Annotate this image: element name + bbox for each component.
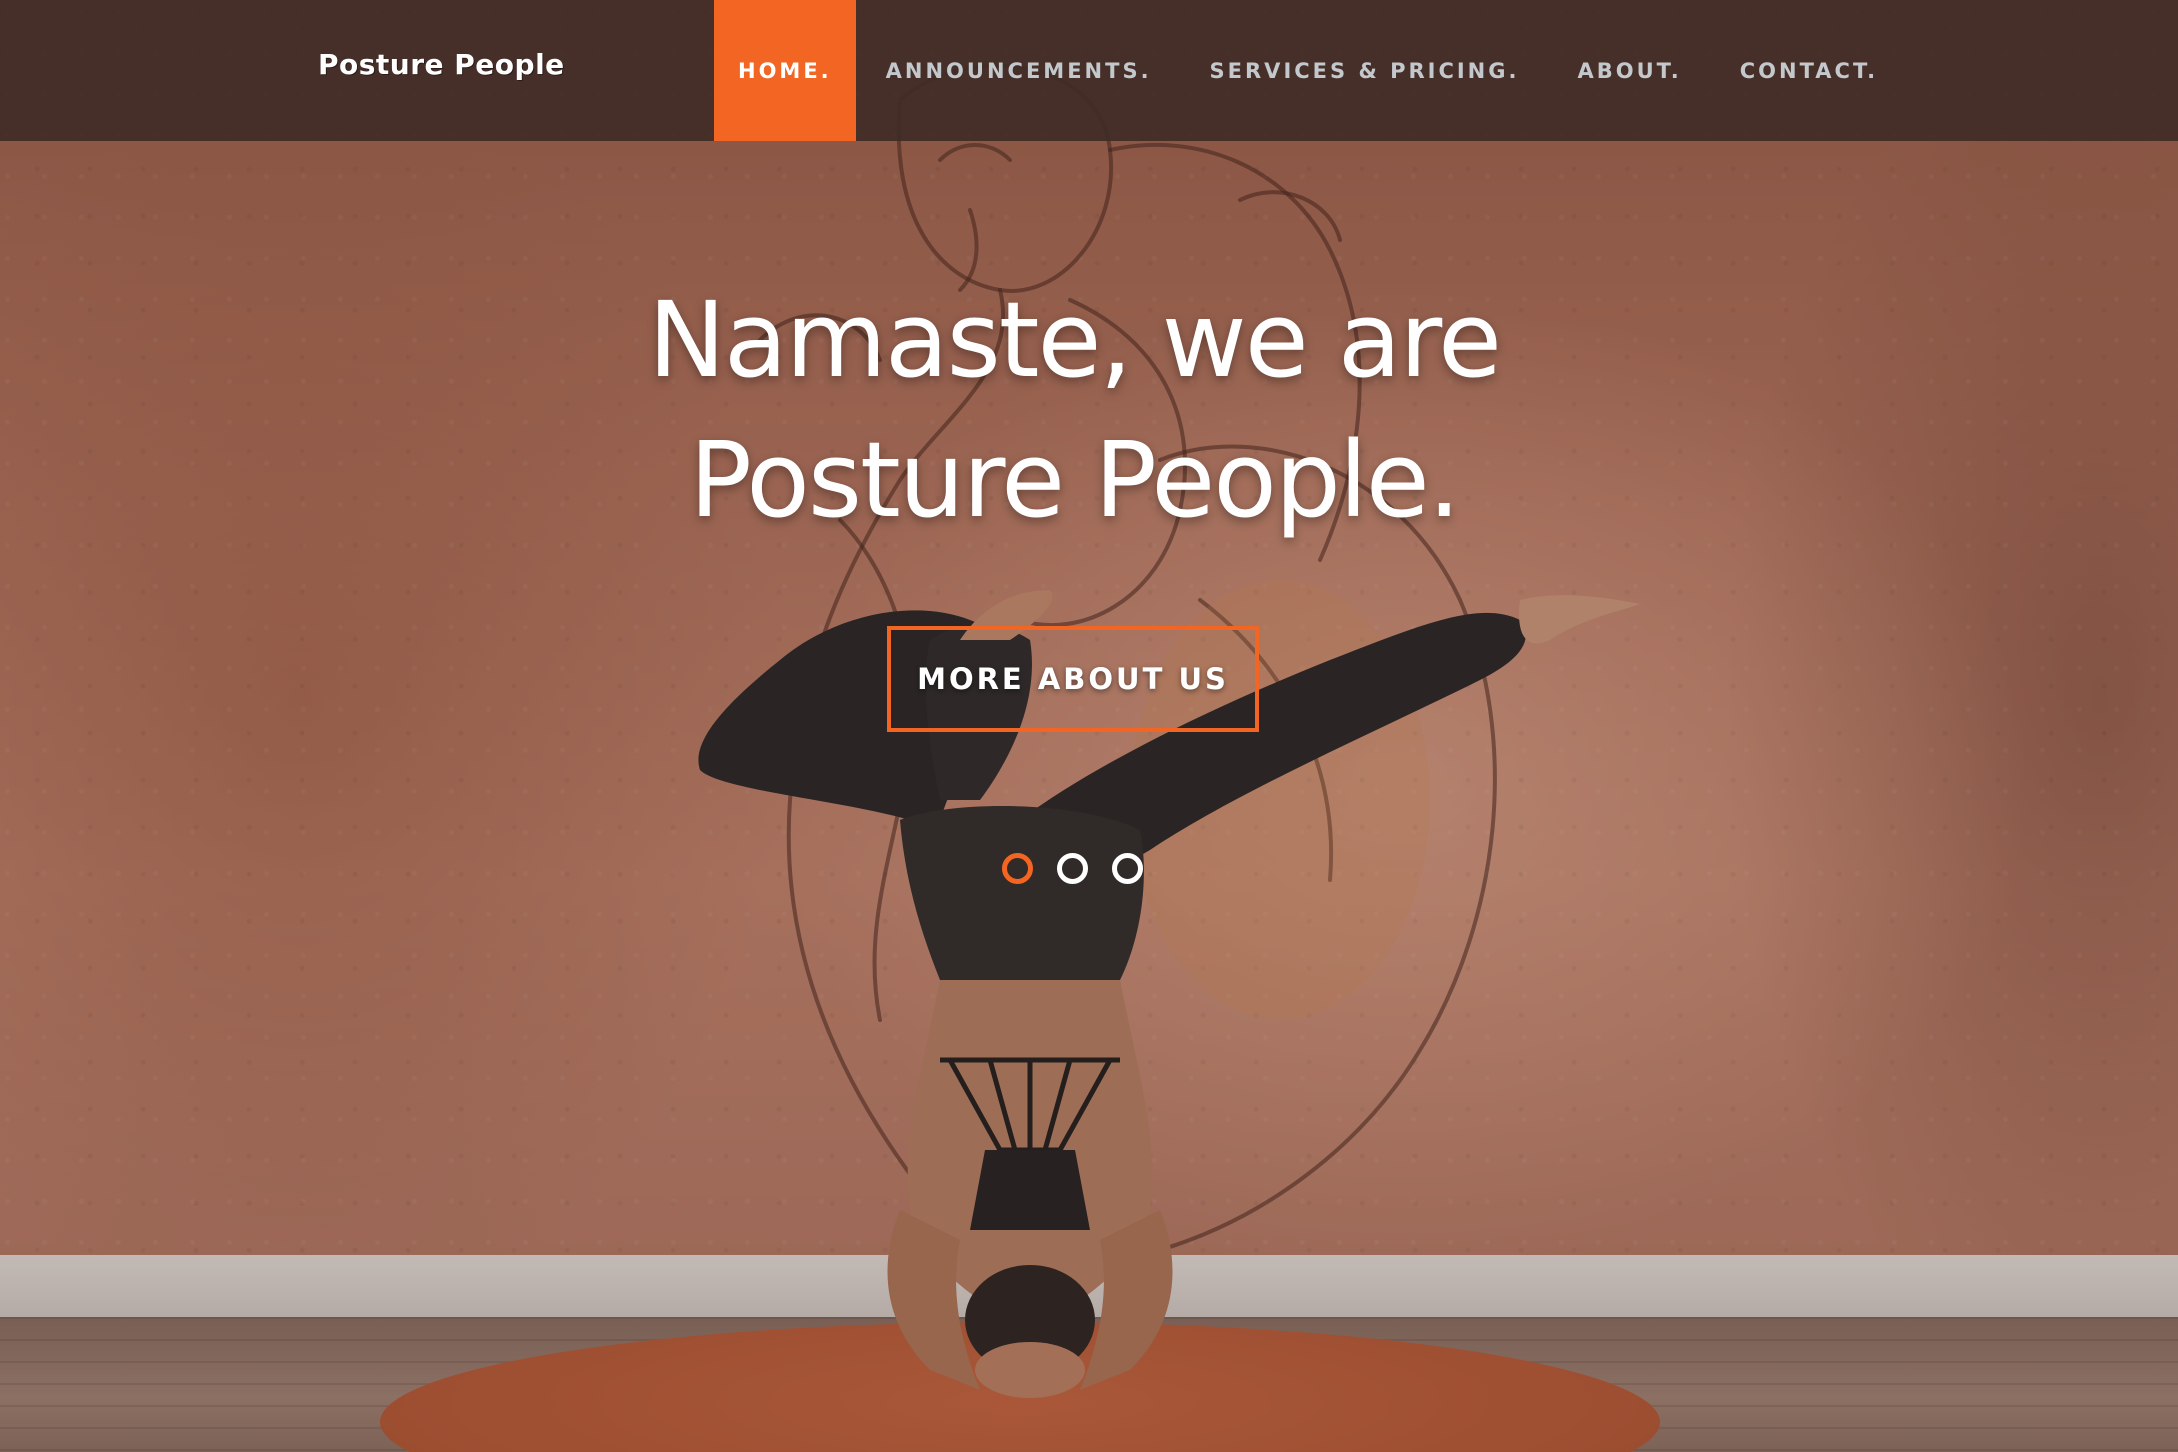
page: Posture People HOME. ANNOUNCEMENTS. SERV… xyxy=(0,0,2178,1452)
slider-dot-2[interactable] xyxy=(1057,853,1088,884)
nav-item-services-pricing[interactable]: SERVICES & PRICING. xyxy=(1182,0,1548,141)
slider-dot-1[interactable] xyxy=(1002,853,1033,884)
nav-item-home[interactable]: HOME. xyxy=(714,0,856,141)
hero-title-line-1: Namaste, we are xyxy=(648,279,1502,401)
main-nav: HOME. ANNOUNCEMENTS. SERVICES & PRICING.… xyxy=(714,0,1906,141)
slider-pagination xyxy=(1002,853,1143,884)
nav-item-about[interactable]: ABOUT. xyxy=(1549,0,1709,141)
hero-title: Namaste, we are Posture People. xyxy=(0,270,2148,550)
nav-item-contact[interactable]: CONTACT. xyxy=(1712,0,1906,141)
top-navbar: Posture People HOME. ANNOUNCEMENTS. SERV… xyxy=(0,0,2178,141)
more-about-us-button[interactable]: MORE ABOUT US xyxy=(887,626,1259,732)
hero-title-line-2: Posture People. xyxy=(689,419,1461,541)
nav-item-announcements[interactable]: ANNOUNCEMENTS. xyxy=(858,0,1180,141)
slider-dot-3[interactable] xyxy=(1112,853,1143,884)
brand-logo[interactable]: Posture People xyxy=(318,48,565,81)
